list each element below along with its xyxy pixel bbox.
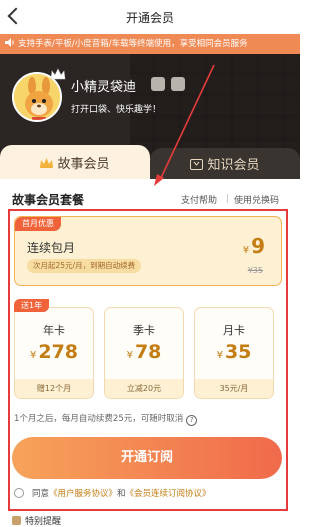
tab-story-membership[interactable]: 故事会员 — [0, 145, 150, 179]
auto-renew-note: 1个月之后，每月自动续费25元，可随时取消? — [14, 412, 198, 426]
plan-renew-note: 次月起25元/月，到期自动续费 — [27, 259, 142, 273]
username: 小精灵袋迪 — [71, 80, 137, 95]
subscribe-button[interactable]: 开通订阅 — [12, 437, 282, 479]
plan-price: ¥278 — [15, 341, 93, 363]
plan-benefit: 35元/月 — [195, 379, 273, 398]
payment-help-link[interactable]: 支付帮助 — [181, 193, 217, 206]
plan-continuous-monthly[interactable]: 首月优惠 连续包月 次月起25元/月，到期自动续费 ¥9 ¥35 — [14, 216, 282, 286]
plan-name: 连续包月 — [27, 241, 76, 255]
plan-card-quarterly[interactable]: 季卡 ¥78 立减20元 — [104, 307, 184, 399]
kangaroo-mascot-icon — [14, 74, 60, 120]
crown-tab-icon — [40, 158, 54, 168]
plan-price: ¥78 — [105, 341, 183, 363]
plan-name: 季卡 — [133, 324, 155, 337]
plan-name: 月卡 — [223, 324, 245, 337]
top-nav-bar: 开通会员 — [0, 0, 300, 34]
user-service-agreement-link[interactable]: 《用户服务协议》 — [49, 489, 117, 499]
redeem-code-link[interactable]: 使用兑换码 — [234, 193, 279, 206]
tab-label: 知识会员 — [207, 158, 260, 173]
currency-symbol: ¥ — [126, 350, 133, 361]
special-notice: 特别提醒 — [12, 514, 61, 527]
knowledge-tab-icon — [190, 159, 204, 170]
plan-card-annual[interactable]: 年卡 ¥278 赠12个月 — [14, 307, 94, 399]
notice-icon — [12, 516, 21, 525]
price-value: 78 — [134, 341, 162, 363]
plan-benefit: 立减20元 — [105, 379, 183, 398]
vip-badge-icon — [151, 77, 165, 91]
agreement-prefix: 同意 — [32, 489, 50, 499]
first-month-discount-tag: 首月优惠 — [15, 217, 61, 231]
agreement-checkbox[interactable] — [14, 488, 24, 498]
agreement-middle: 和 — [117, 489, 126, 499]
price-value: 278 — [38, 341, 79, 363]
membership-content: 故事会员套餐 支付帮助 使用兑换码 首月优惠 连续包月 次月起25元/月，到期自… — [0, 179, 300, 527]
special-notice-label: 特别提醒 — [25, 517, 62, 527]
speaker-icon — [5, 38, 14, 47]
notice-text: 支持手表/平板/小度音箱/车载等终端使用，享受相同会员服务 — [18, 39, 248, 49]
plan-name: 年卡 — [43, 324, 65, 337]
tab-knowledge-membership[interactable]: 知识会员 — [150, 148, 300, 179]
membership-card-icon — [171, 77, 185, 91]
subscription-agreement-link[interactable]: 《会员连续订阅协议》 — [126, 489, 211, 499]
original-price: ¥35 — [247, 266, 263, 275]
section-title: 故事会员套餐 — [12, 193, 85, 207]
agreement-text: 同意《用户服务协议》和《会员连续订阅协议》 — [32, 487, 211, 499]
plan-price: ¥35 — [195, 341, 273, 363]
price-value: 35 — [224, 341, 252, 363]
plan-price: ¥9 — [243, 234, 265, 258]
auto-renew-text: 1个月之后，每月自动续费25元，可随时取消 — [14, 414, 184, 424]
plan-benefit: 赠12个月 — [15, 379, 93, 398]
currency-symbol: ¥ — [216, 350, 223, 361]
link-divider — [227, 194, 228, 203]
crown-icon — [50, 68, 66, 80]
tab-label: 故事会员 — [57, 157, 110, 172]
notice-banner: 支持手表/平板/小度音箱/车载等终端使用，享受相同会员服务 — [0, 34, 300, 54]
profile-header: 小精灵袋迪 打开口袋、快乐趣学！ — [0, 54, 300, 159]
currency-symbol: ¥ — [242, 245, 250, 256]
page-title: 开通会员 — [125, 11, 174, 25]
help-icon[interactable]: ? — [186, 415, 198, 426]
currency-symbol: ¥ — [29, 350, 37, 361]
profile-slogan: 打开口袋、快乐趣学！ — [71, 105, 162, 115]
plan-card-monthly[interactable]: 月卡 ¥35 35元/月 — [194, 307, 274, 399]
price-value: 9 — [251, 234, 265, 258]
gift-year-tag: 送1年 — [14, 299, 50, 312]
